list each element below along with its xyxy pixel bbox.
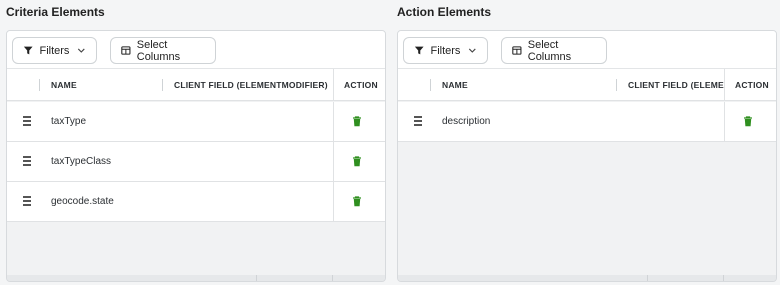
trash-icon[interactable] — [743, 116, 753, 127]
column-separator — [616, 79, 617, 91]
scrollbar-thumb[interactable] — [7, 275, 257, 281]
criteria-title: Criteria Elements — [6, 5, 105, 19]
criteria-filters-button[interactable]: Filters — [12, 37, 97, 64]
criteria-col-action-bg: ACTION — [333, 69, 385, 101]
criteria-row-name: geocode.state — [51, 196, 114, 207]
action-col-action-bg: ACTION — [724, 69, 776, 101]
trash-icon[interactable] — [352, 196, 362, 207]
trash-icon[interactable] — [352, 156, 362, 167]
columns-icon — [512, 46, 522, 55]
table-row[interactable]: description — [398, 102, 776, 142]
trash-icon[interactable] — [352, 116, 362, 127]
criteria-row-action-cell — [333, 142, 385, 181]
table-row[interactable]: taxTypeClass — [7, 142, 385, 182]
criteria-filters-label: Filters — [39, 44, 70, 57]
scrollbar-segment — [648, 275, 724, 281]
criteria-row-name: taxType — [51, 116, 87, 127]
criteria-col-name[interactable]: NAME — [51, 69, 156, 101]
action-col-client-field[interactable]: CLIENT FIELD (ELEMENTMODIFIER) — [628, 69, 724, 101]
horizontal-scrollbar[interactable] — [7, 275, 385, 281]
action-select-columns-button[interactable]: Select Columns — [501, 37, 607, 64]
table-row[interactable]: taxType — [7, 102, 385, 142]
criteria-row-action-cell — [333, 182, 385, 221]
action-header-row: NAME CLIENT FIELD (ELEMENTMODIFIER) ACTI… — [398, 69, 776, 101]
scrollbar-segment — [257, 275, 333, 281]
criteria-row-action-cell — [333, 102, 385, 141]
criteria-select-columns-button[interactable]: Select Columns — [110, 37, 216, 64]
drag-handle-icon[interactable] — [414, 116, 422, 126]
chevron-down-icon — [469, 48, 477, 53]
action-select-columns-label: Select Columns — [527, 38, 572, 63]
filter-icon — [23, 46, 33, 55]
column-separator — [430, 79, 431, 91]
criteria-section: Criteria Elements Filters Select Columns… — [6, 0, 386, 282]
criteria-col-action[interactable]: ACTION — [344, 69, 384, 101]
criteria-col-client-field[interactable]: CLIENT FIELD (ELEMENTMODIFIER) — [174, 69, 332, 101]
action-col-action[interactable]: ACTION — [735, 69, 775, 101]
table-row[interactable]: geocode.state — [7, 182, 385, 222]
action-title: Action Elements — [397, 5, 492, 19]
action-filters-label: Filters — [430, 44, 461, 57]
columns-icon — [121, 46, 131, 55]
drag-handle-icon[interactable] — [23, 156, 31, 166]
filter-icon — [414, 46, 424, 55]
action-section: Action Elements Filters Select Columns N… — [397, 0, 777, 282]
column-separator — [162, 79, 163, 91]
criteria-grid: Filters Select Columns NAME CLIENT FIELD… — [6, 30, 386, 282]
criteria-row-name: taxTypeClass — [51, 156, 112, 167]
drag-handle-icon[interactable] — [23, 116, 31, 126]
criteria-select-columns-label: Select Columns — [136, 38, 181, 63]
scrollbar-thumb[interactable] — [398, 275, 648, 281]
column-separator — [39, 79, 40, 91]
drag-handle-icon[interactable] — [23, 196, 31, 206]
criteria-header-row: NAME CLIENT FIELD (ELEMENTMODIFIER) ACTI… — [7, 69, 385, 101]
chevron-down-icon — [78, 48, 86, 53]
horizontal-scrollbar[interactable] — [398, 275, 776, 281]
criteria-toolbar: Filters Select Columns — [7, 31, 385, 69]
action-row-action-cell — [724, 102, 776, 141]
action-grid: Filters Select Columns NAME CLIENT FIELD… — [397, 30, 777, 282]
action-col-name[interactable]: NAME — [442, 69, 612, 101]
action-toolbar: Filters Select Columns — [398, 31, 776, 69]
action-filters-button[interactable]: Filters — [403, 37, 488, 64]
action-row-name: description — [442, 116, 491, 127]
